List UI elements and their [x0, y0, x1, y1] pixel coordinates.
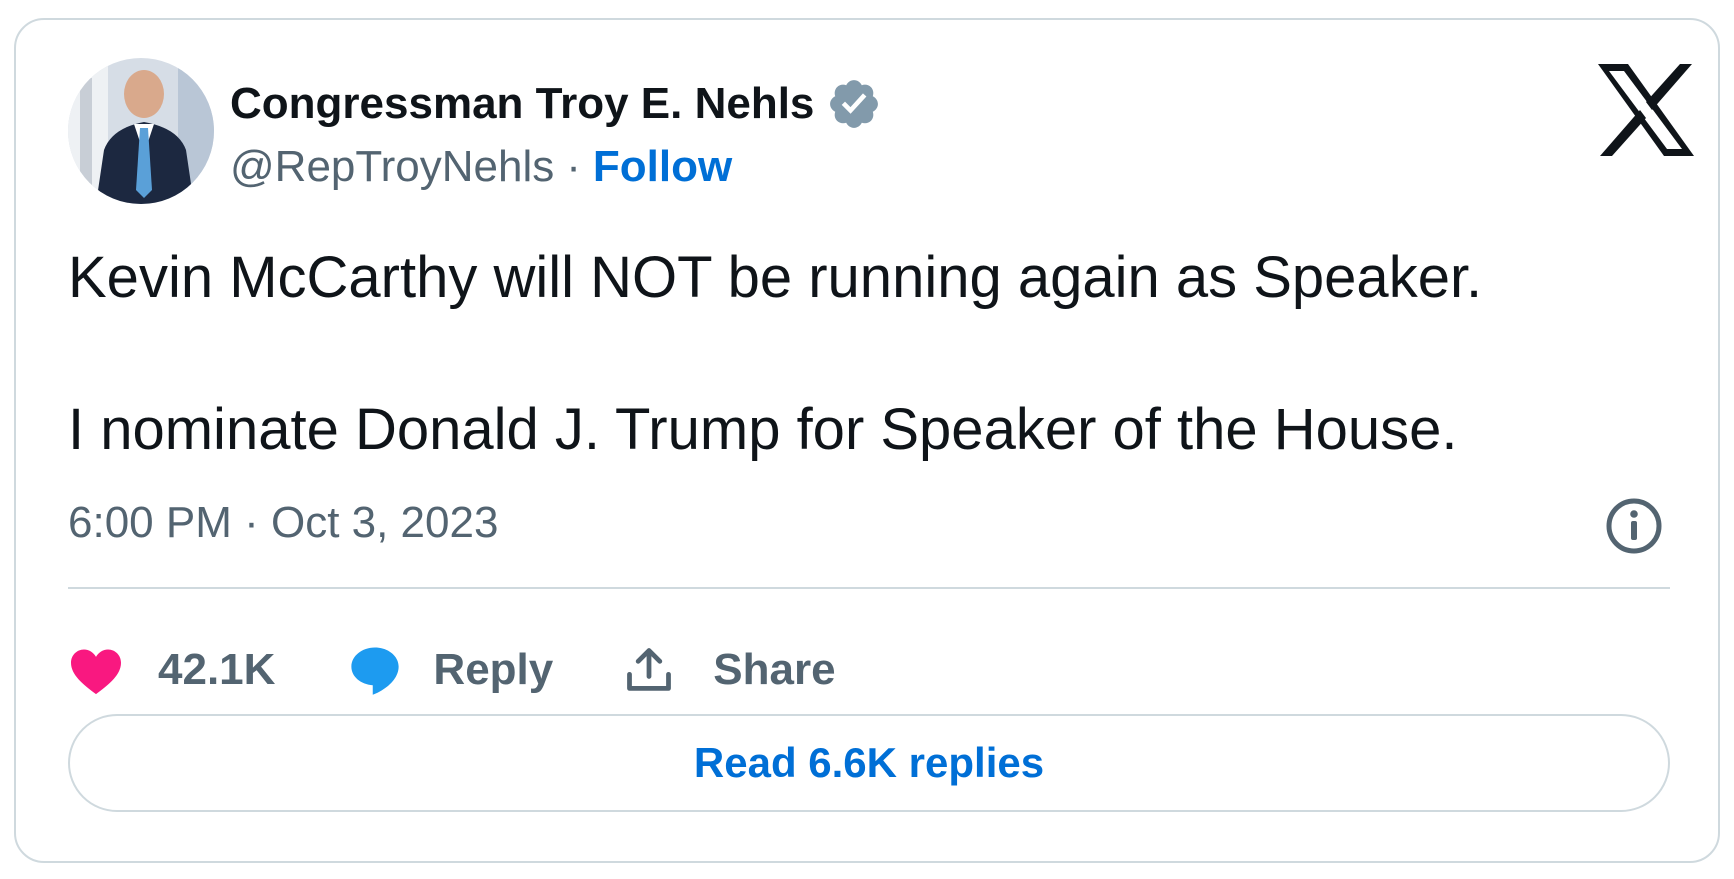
tweet-card: Congressman Troy E. Nehls @RepTroyNehls … [14, 18, 1720, 863]
speech-bubble-icon [351, 647, 400, 695]
verified-badge-icon [826, 76, 882, 132]
x-logo-icon[interactable] [1594, 62, 1698, 158]
follow-button[interactable]: Follow [593, 142, 732, 192]
tweet-text: Kevin McCarthy will NOT be running again… [68, 240, 1668, 468]
action-bar: 42.1K Reply Share [68, 630, 836, 710]
divider [68, 587, 1670, 589]
like-button[interactable]: 42.1K [68, 645, 275, 695]
share-button[interactable]: Share [623, 644, 836, 696]
heart-icon [71, 649, 121, 695]
avatar[interactable] [68, 58, 214, 204]
like-count: 42.1K [158, 645, 276, 694]
avatar-image [68, 58, 214, 204]
separator-dot: · [566, 142, 581, 191]
handle[interactable]: @RepTroyNehls [230, 142, 554, 192]
read-replies-label: Read 6.6K replies [693, 739, 1045, 786]
share-label: Share [713, 645, 836, 694]
reply-button[interactable]: Reply [347, 643, 553, 697]
tweet-paragraph: Kevin McCarthy will NOT be running again… [68, 245, 1483, 310]
share-upload-icon [627, 648, 672, 691]
read-replies-button[interactable]: Read 6.6K replies [68, 714, 1670, 812]
display-name[interactable]: Congressman Troy E. Nehls [230, 79, 814, 129]
reply-label: Reply [433, 645, 554, 694]
tweet-paragraph: I nominate Donald J. Trump for Speaker o… [68, 397, 1458, 462]
timestamp[interactable]: 6:00 PM · Oct 3, 2023 [68, 498, 498, 548]
info-icon[interactable] [1604, 496, 1664, 556]
